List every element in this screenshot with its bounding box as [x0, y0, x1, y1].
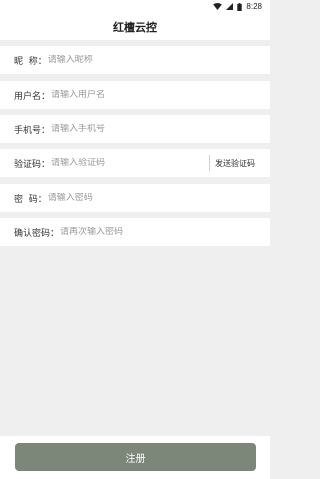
nickname-input[interactable]	[47, 55, 178, 65]
password-label: 密 码：	[14, 194, 47, 205]
username-input[interactable]	[51, 90, 182, 100]
status-bar: 8:28	[0, 0, 270, 13]
code-row: 验证码： 发送验证码	[0, 149, 270, 177]
wifi-icon	[213, 3, 223, 10]
signal-icon	[226, 3, 234, 10]
confirm-password-row: 确认密码：	[0, 218, 270, 246]
password-row: 密 码：	[0, 184, 270, 212]
page-title: 红檀云控	[113, 20, 157, 34]
password-input[interactable]	[47, 193, 178, 203]
send-code-button[interactable]: 发送验证码	[209, 155, 255, 171]
confirm-password-input[interactable]	[60, 227, 191, 237]
confirm-password-label: 确认密码：	[14, 228, 60, 239]
username-row: 用户名：	[0, 81, 270, 109]
code-input[interactable]	[51, 158, 182, 168]
register-button[interactable]: 注册	[15, 443, 256, 471]
app-header: 红檀云控	[0, 13, 270, 40]
nickname-row: 昵 称：	[0, 46, 270, 74]
phone-row: 手机号：	[0, 115, 270, 143]
username-label: 用户名：	[14, 91, 51, 102]
phone-input[interactable]	[51, 124, 182, 134]
code-label: 验证码：	[14, 159, 51, 170]
status-time: 8:28	[246, 2, 262, 11]
battery-icon	[237, 2, 243, 11]
nickname-label: 昵 称：	[14, 56, 47, 67]
phone-label: 手机号：	[14, 125, 51, 136]
